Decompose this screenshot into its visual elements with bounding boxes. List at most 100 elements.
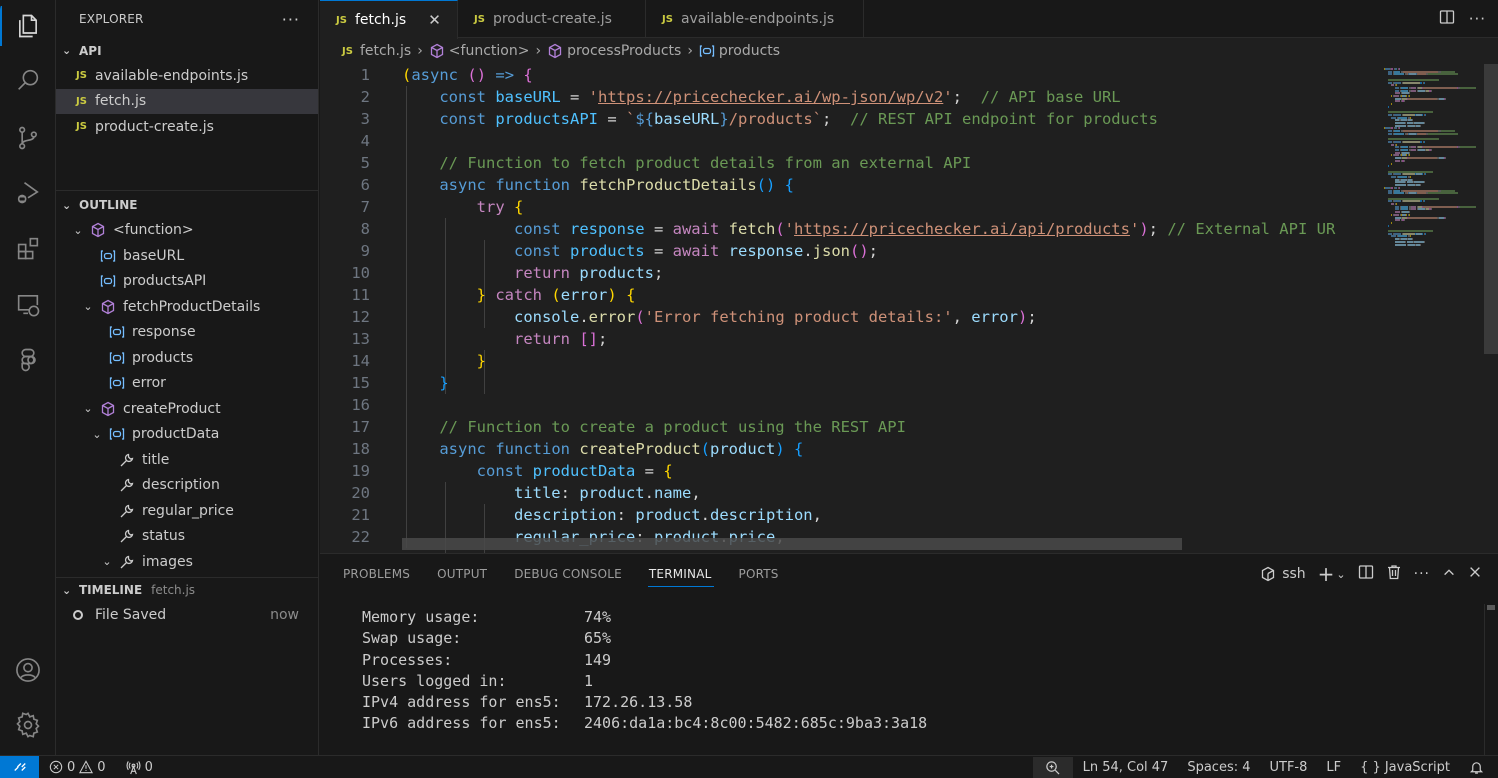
more-actions-icon[interactable]: ··· [1469, 10, 1486, 28]
zoom-indicator[interactable] [1032, 756, 1073, 778]
tab-output[interactable]: OUTPUT [437, 554, 487, 594]
file-item[interactable]: JS available-endpoints.js [56, 63, 318, 89]
code-line[interactable]: 20 title: product.name, [320, 482, 1378, 504]
outline-item[interactable]: response [56, 320, 318, 346]
code-text: const productsAPI = `${baseURL}/products… [402, 108, 1158, 130]
tab-product-create-js[interactable]: JS product-create.js [458, 0, 646, 38]
terminal-line: Memory usage: 74% [362, 607, 927, 628]
code-line[interactable]: 19 const productData = { [320, 460, 1378, 482]
code-line[interactable]: 4 [320, 130, 1378, 152]
close-panel-icon[interactable] [1468, 565, 1482, 583]
tab-fetch-js[interactable]: JS fetch.js ✕ [320, 0, 458, 39]
terminal-profile[interactable]: ssh [1260, 566, 1306, 582]
code-line[interactable]: 6 async function fetchProductDetails() { [320, 174, 1378, 196]
code-line[interactable]: 16 [320, 394, 1378, 416]
cursor-position[interactable]: Ln 54, Col 47 [1083, 760, 1169, 775]
chevron-down-icon[interactable]: ⌄ [1336, 568, 1345, 581]
code-line[interactable]: 5 // Function to fetch product details f… [320, 152, 1378, 174]
split-editor-icon[interactable] [1439, 9, 1455, 29]
code-line[interactable]: 7 try { [320, 196, 1378, 218]
activity-manage[interactable] [0, 701, 56, 749]
timeline-entry[interactable]: File Saved now [56, 603, 318, 629]
problems-indicator[interactable]: 0 0 [49, 760, 106, 775]
tab-ports[interactable]: PORTS [739, 554, 779, 594]
activity-explorer[interactable] [0, 2, 56, 50]
file-item[interactable]: JS product-create.js [56, 114, 318, 140]
line-number: 17 [351, 418, 370, 436]
trash-icon[interactable] [1386, 564, 1402, 584]
code-line[interactable]: 1 (async () => { [320, 64, 1378, 86]
encoding[interactable]: UTF-8 [1270, 760, 1308, 775]
minimap[interactable] [1378, 64, 1498, 553]
outline-item[interactable]: status [56, 524, 318, 550]
code-line[interactable]: 8 const response = await fetch('https://… [320, 218, 1378, 240]
folder-header[interactable]: ⌄ API [56, 38, 318, 63]
outline-item[interactable]: title [56, 447, 318, 473]
tab-terminal[interactable]: TERMINAL [647, 554, 714, 594]
js-file-icon: JS [662, 13, 673, 25]
outline-item[interactable]: regular_price [56, 498, 318, 524]
outline-item[interactable]: description [56, 473, 318, 499]
code-line[interactable]: 2 const baseURL = 'https://pricechecker.… [320, 86, 1378, 108]
code-line[interactable]: 17 // Function to create a product using… [320, 416, 1378, 438]
code-token: ; [598, 330, 608, 348]
new-terminal-icon[interactable]: + [1318, 564, 1335, 584]
code-line[interactable]: 14 } [320, 350, 1378, 372]
activity-search[interactable] [0, 56, 56, 104]
tab-debug-console[interactable]: DEBUG CONSOLE [514, 554, 622, 594]
outline-item[interactable]: baseURL [56, 243, 318, 269]
breadcrumb-item[interactable]: processProducts [547, 43, 681, 59]
outline-item[interactable]: ⌄ productData [56, 422, 318, 448]
outline-header[interactable]: ⌄ OUTLINE [56, 193, 318, 218]
activity-source-control[interactable] [0, 114, 56, 162]
code-line[interactable]: 3 const productsAPI = `${baseURL}/produc… [320, 108, 1378, 130]
close-icon[interactable]: ✕ [428, 11, 441, 29]
indentation[interactable]: Spaces: 4 [1187, 760, 1250, 775]
activity-accounts[interactable] [0, 646, 56, 694]
breadcrumb-item[interactable]: products [699, 43, 780, 59]
minimap-token [1410, 116, 1412, 119]
file-item[interactable]: JS fetch.js [56, 88, 318, 114]
scrollbar-thumb[interactable] [1487, 605, 1495, 610]
notifications[interactable] [1469, 760, 1484, 775]
breadcrumb-item[interactable]: <function> [429, 43, 529, 59]
tab-available-endpoints-js[interactable]: JS available-endpoints.js [646, 0, 864, 38]
activity-extensions[interactable] [0, 224, 56, 272]
outline-item[interactable]: ⌄ fetchProductDetails [56, 294, 318, 320]
more-actions-icon[interactable]: ··· [1414, 566, 1430, 582]
outline-item[interactable]: products [56, 345, 318, 371]
outline-item[interactable]: error [56, 371, 318, 397]
activity-remote-explorer[interactable] [0, 280, 56, 328]
outline-item[interactable]: productsAPI [56, 269, 318, 295]
minimap-scrollbar[interactable] [1484, 64, 1498, 354]
activity-run-debug[interactable] [0, 168, 56, 216]
timeline-header[interactable]: ⌄ TIMELINE fetch.js [56, 578, 318, 603]
ports-indicator[interactable]: 0 [126, 760, 153, 775]
terminal-output[interactable]: Memory usage: 74% Swap usage: 65% Processe… [362, 607, 927, 735]
code-line[interactable]: 21 description: product.description, [320, 504, 1378, 526]
more-actions-icon[interactable]: ··· [282, 10, 300, 29]
code-line[interactable]: 18 async function createProduct(product)… [320, 438, 1378, 460]
tab-problems[interactable]: PROBLEMS [343, 554, 410, 594]
outline-item[interactable]: ⌄ <function> [56, 218, 318, 244]
end-of-line[interactable]: LF [1326, 760, 1341, 775]
maximize-panel-icon[interactable] [1442, 565, 1456, 583]
terminal-scrollbar[interactable] [1484, 604, 1498, 756]
outline-item[interactable]: ⌄ images [56, 549, 318, 575]
breadcrumb-item[interactable]: JS fetch.js [342, 43, 411, 59]
split-terminal-icon[interactable] [1358, 564, 1374, 584]
remote-indicator[interactable] [0, 755, 39, 778]
code-token: title [402, 484, 561, 502]
code-line[interactable]: 9 const products = await response.json()… [320, 240, 1378, 262]
horizontal-scrollbar[interactable] [402, 538, 1182, 550]
code-editor[interactable]: 1 (async () => {2 const baseURL = 'https:… [320, 64, 1378, 553]
outline-item[interactable]: ⌄ createProduct [56, 396, 318, 422]
code-line[interactable]: 15 } [320, 372, 1378, 394]
minimap-token [1412, 119, 1413, 122]
code-line[interactable]: 13 return []; [320, 328, 1378, 350]
code-line[interactable]: 11 } catch (error) { [320, 284, 1378, 306]
language-mode[interactable]: { } JavaScript [1360, 760, 1450, 775]
code-line[interactable]: 10 return products; [320, 262, 1378, 284]
code-line[interactable]: 12 console.error('Error fetching product… [320, 306, 1378, 328]
activity-figma[interactable] [0, 336, 56, 384]
